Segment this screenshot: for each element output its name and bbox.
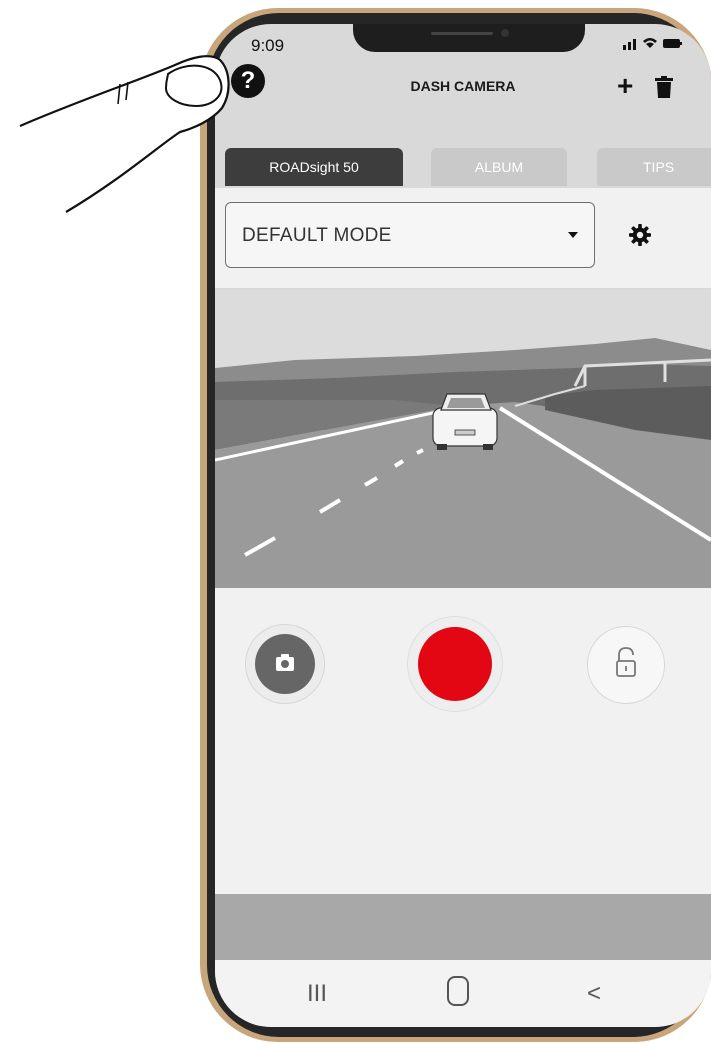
unlock-icon	[616, 647, 636, 677]
mode-dropdown[interactable]: DEFAULT MODE	[225, 202, 595, 268]
speaker-grille	[431, 32, 493, 35]
recording-controls	[215, 588, 711, 894]
tab-tips[interactable]: TIPS	[597, 148, 711, 186]
live-camera-view	[215, 290, 711, 588]
camera-icon	[276, 654, 294, 671]
app-screen: 9:09 ? DASH CAMERA + ROADsight 50 ALBUM …	[215, 24, 711, 1027]
add-button[interactable]: +	[617, 72, 633, 100]
status-time: 9:09	[251, 36, 285, 55]
trash-icon[interactable]	[655, 76, 673, 98]
gear-icon[interactable]	[629, 224, 651, 246]
notch	[353, 24, 585, 52]
signal-wifi-battery-icon	[623, 38, 682, 50]
app-header: ? DASH CAMERA +	[215, 64, 711, 112]
recents-button[interactable]: III	[307, 980, 327, 1008]
record-button[interactable]	[407, 616, 503, 712]
front-camera	[501, 29, 509, 37]
status-bar: 9:09	[215, 24, 711, 64]
system-nav-bar: III <	[215, 960, 711, 1027]
home-button[interactable]	[447, 976, 469, 1006]
tab-bar: ROADsight 50 ALBUM TIPS	[215, 148, 711, 188]
footer-bar	[215, 894, 711, 960]
mode-selected-value: DEFAULT MODE	[242, 225, 392, 246]
snapshot-button[interactable]	[245, 624, 325, 704]
mode-panel: DEFAULT MODE	[215, 188, 711, 288]
record-icon	[418, 627, 492, 701]
tab-album[interactable]: ALBUM	[431, 148, 567, 186]
system-icons	[623, 36, 683, 54]
page-title: DASH CAMERA	[410, 78, 516, 94]
back-button[interactable]: <	[587, 980, 601, 1008]
tab-roadsight[interactable]: ROADsight 50	[225, 148, 403, 186]
snapshot-button-face	[255, 634, 315, 694]
chevron-down-icon	[568, 232, 578, 238]
lock-button[interactable]	[587, 626, 665, 704]
